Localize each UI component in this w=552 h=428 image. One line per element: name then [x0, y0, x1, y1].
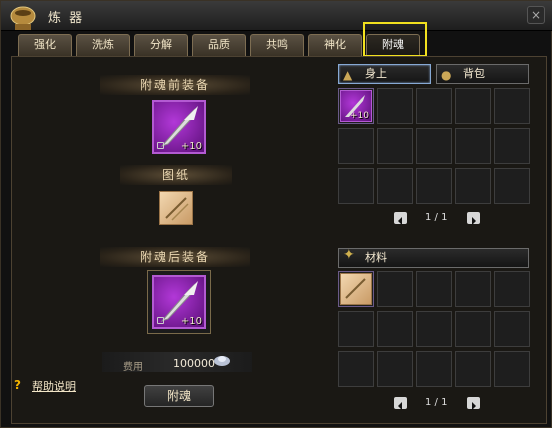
active-tab-highlight	[363, 22, 427, 57]
help-icon: ?	[14, 378, 21, 392]
tab-resonance[interactable]: 共鸣	[250, 34, 304, 56]
material-grid-cell[interactable]	[416, 311, 452, 347]
left-arrow-icon	[398, 402, 402, 410]
material-grid-cell[interactable]	[494, 351, 530, 387]
bag-icon: ●	[441, 68, 452, 82]
equip-page-indicator: 1 / 1	[425, 212, 448, 223]
material-grid-cell[interactable]	[416, 271, 452, 307]
equip-grid-cell[interactable]	[338, 168, 374, 204]
material-grid-cell[interactable]	[494, 271, 530, 307]
cost-label: 费用	[123, 362, 143, 373]
after-equip-label: 附魂后装备	[100, 247, 250, 267]
material-grid-cell[interactable]	[455, 271, 491, 307]
blueprint-slot[interactable]	[159, 191, 193, 225]
left-arrow-icon	[398, 217, 402, 225]
equip-grid-cell[interactable]	[338, 128, 374, 164]
title-bar: 炼 器 ×	[1, 1, 552, 31]
material-grid-cell[interactable]	[455, 311, 491, 347]
material-icon: ✦	[343, 247, 355, 263]
tab-enhance[interactable]: 强化	[18, 34, 72, 56]
material-grid-cell[interactable]	[338, 351, 374, 387]
equip-grid-cell[interactable]	[377, 168, 413, 204]
material-grid-cell[interactable]	[377, 271, 413, 307]
cost-value: 100000	[173, 357, 215, 370]
equip-grid-cell[interactable]	[416, 128, 452, 164]
equip-grid-item: +10	[340, 90, 372, 122]
equip-grid-cell[interactable]	[377, 88, 413, 124]
material-grid-cell[interactable]	[455, 351, 491, 387]
lock-icon	[157, 142, 164, 149]
material-next-page-button[interactable]	[467, 397, 480, 410]
equip-grid-cell[interactable]	[416, 88, 452, 124]
equip-tab-label: 身上	[365, 67, 387, 80]
after-equip-slot[interactable]: +10	[152, 275, 206, 329]
material-grid-cell[interactable]	[338, 271, 374, 307]
right-arrow-icon	[472, 402, 476, 410]
material-grid-cell[interactable]	[494, 311, 530, 347]
after-item-plus: +10	[180, 316, 202, 327]
attach-soul-button[interactable]: 附魂	[144, 385, 214, 407]
equip-grid-cell[interactable]	[416, 168, 452, 204]
bag-tab[interactable]: ● 背包	[436, 64, 529, 84]
equip-grid-cell[interactable]: +10	[338, 88, 374, 124]
equip-next-page-button[interactable]	[467, 212, 480, 225]
silver-ingot-icon	[214, 356, 230, 366]
material-grid-cell[interactable]	[338, 311, 374, 347]
material-label: 材料	[365, 251, 387, 264]
equip-tab[interactable]: ▲ 身上	[338, 64, 431, 84]
forge-window: 炼 器 × 强化 洗炼 分解 品质 共鸣 神化 附魂 附魂前装备 +10 图纸	[0, 0, 552, 428]
bag-tab-label: 背包	[463, 67, 485, 80]
scroll-icon	[165, 197, 189, 221]
tab-refine[interactable]: 洗炼	[76, 34, 130, 56]
equip-grid-cell[interactable]	[455, 88, 491, 124]
material-header: ✦ 材料	[338, 247, 529, 268]
scroll-icon	[345, 278, 366, 299]
forge-pot-icon	[10, 6, 36, 30]
right-arrow-icon	[472, 217, 476, 225]
material-page-indicator: 1 / 1	[425, 397, 448, 408]
material-grid-cell[interactable]	[416, 351, 452, 387]
before-equip-slot[interactable]: +10	[152, 100, 206, 154]
equip-grid-cell[interactable]	[494, 88, 530, 124]
window-title: 炼 器	[48, 11, 85, 26]
material-grid-cell[interactable]	[377, 311, 413, 347]
tab-quality[interactable]: 品质	[192, 34, 246, 56]
material-prev-page-button[interactable]	[394, 397, 407, 410]
tab-deify[interactable]: 神化	[308, 34, 362, 56]
material-grid-cell[interactable]	[377, 351, 413, 387]
lock-icon	[157, 317, 164, 324]
help-link[interactable]: 帮助说明	[32, 378, 76, 394]
equip-grid-cell[interactable]	[377, 128, 413, 164]
equip-prev-page-button[interactable]	[394, 212, 407, 225]
close-button[interactable]: ×	[527, 6, 545, 24]
after-equip-frame: +10	[147, 270, 211, 334]
armor-icon: ▲	[343, 68, 353, 82]
tab-decompose[interactable]: 分解	[134, 34, 188, 56]
material-scroll	[340, 273, 372, 305]
equip-grid-cell[interactable]	[455, 168, 491, 204]
equip-grid-cell[interactable]	[494, 128, 530, 164]
blueprint-label: 图纸	[120, 165, 232, 185]
equip-grid-item-plus: +10	[350, 111, 369, 121]
before-item-plus: +10	[180, 141, 202, 152]
equip-grid-cell[interactable]	[455, 128, 491, 164]
equip-grid-cell[interactable]	[494, 168, 530, 204]
before-equip-label: 附魂前装备	[100, 75, 250, 95]
